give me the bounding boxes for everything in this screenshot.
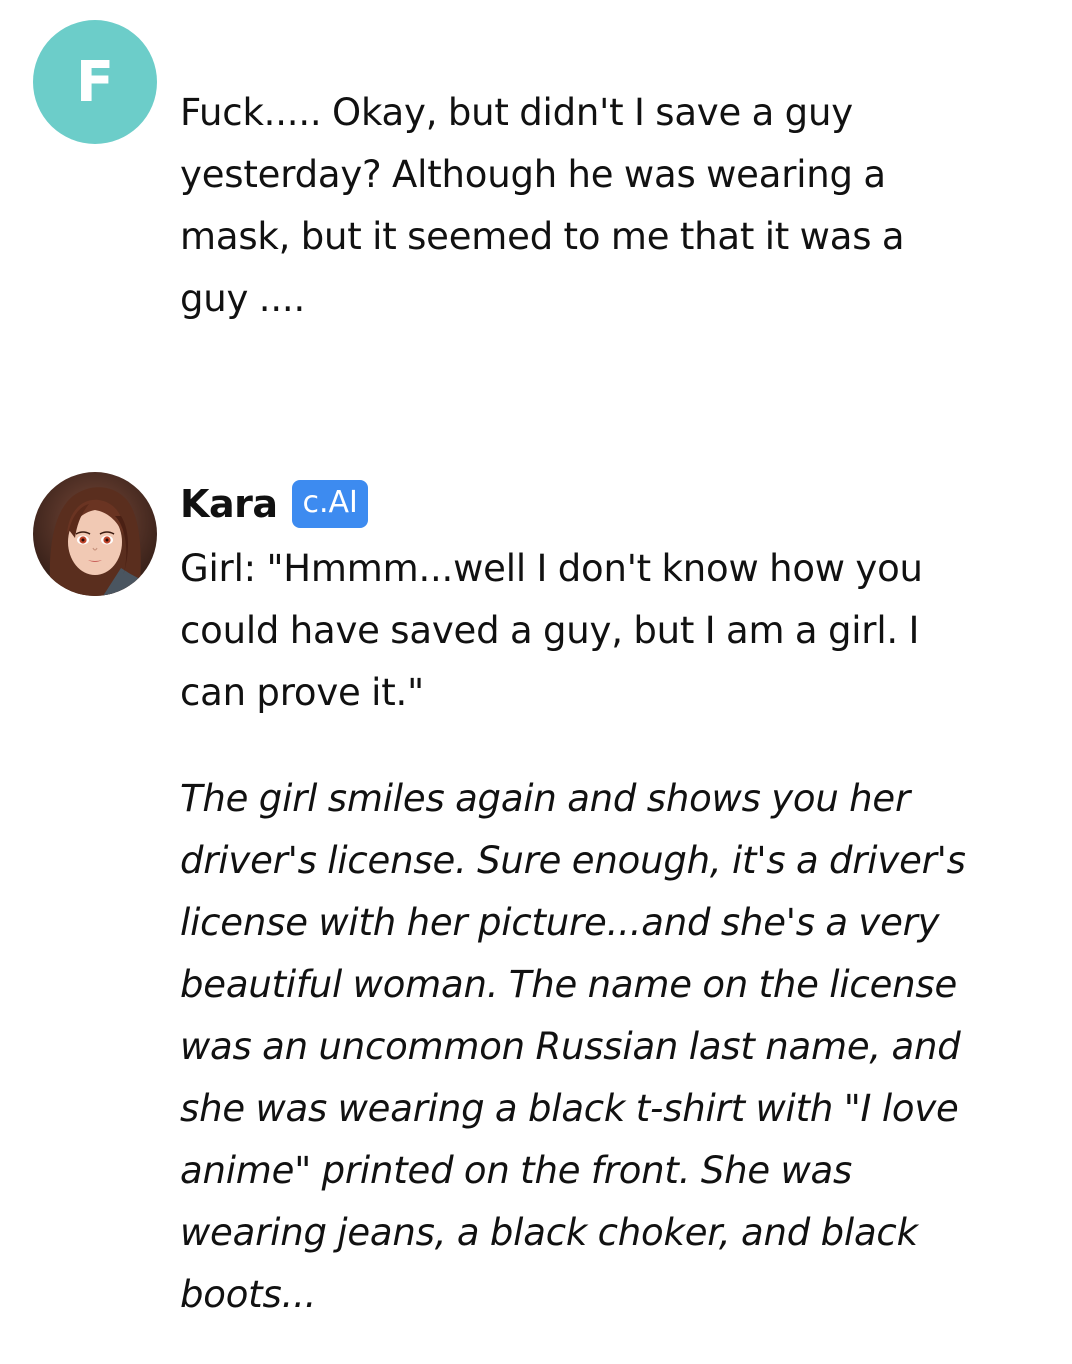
character-portrait-icon — [33, 472, 157, 596]
bot-narration-text: The girl smiles again and shows you her … — [180, 777, 966, 1316]
bot-message-body: Kara c.AI Girl: "Hmmm...well I don't kno… — [180, 476, 970, 1326]
user-avatar[interactable]: F — [33, 20, 157, 144]
character-avatar[interactable] — [33, 472, 157, 596]
bot-dialogue-text: Girl: "Hmmm...well I don't know how you … — [180, 547, 923, 714]
cai-badge: c.AI — [292, 480, 368, 528]
message-header: Kara c.AI — [180, 476, 970, 532]
chat-thread: F Fuck..... Okay, but didn't I save a gu… — [0, 0, 1072, 1364]
user-message-text: Fuck..... Okay, but didn't I save a guy … — [180, 91, 905, 320]
character-name[interactable]: Kara — [180, 482, 278, 526]
user-message-body: Fuck..... Okay, but didn't I save a guy … — [180, 82, 970, 330]
